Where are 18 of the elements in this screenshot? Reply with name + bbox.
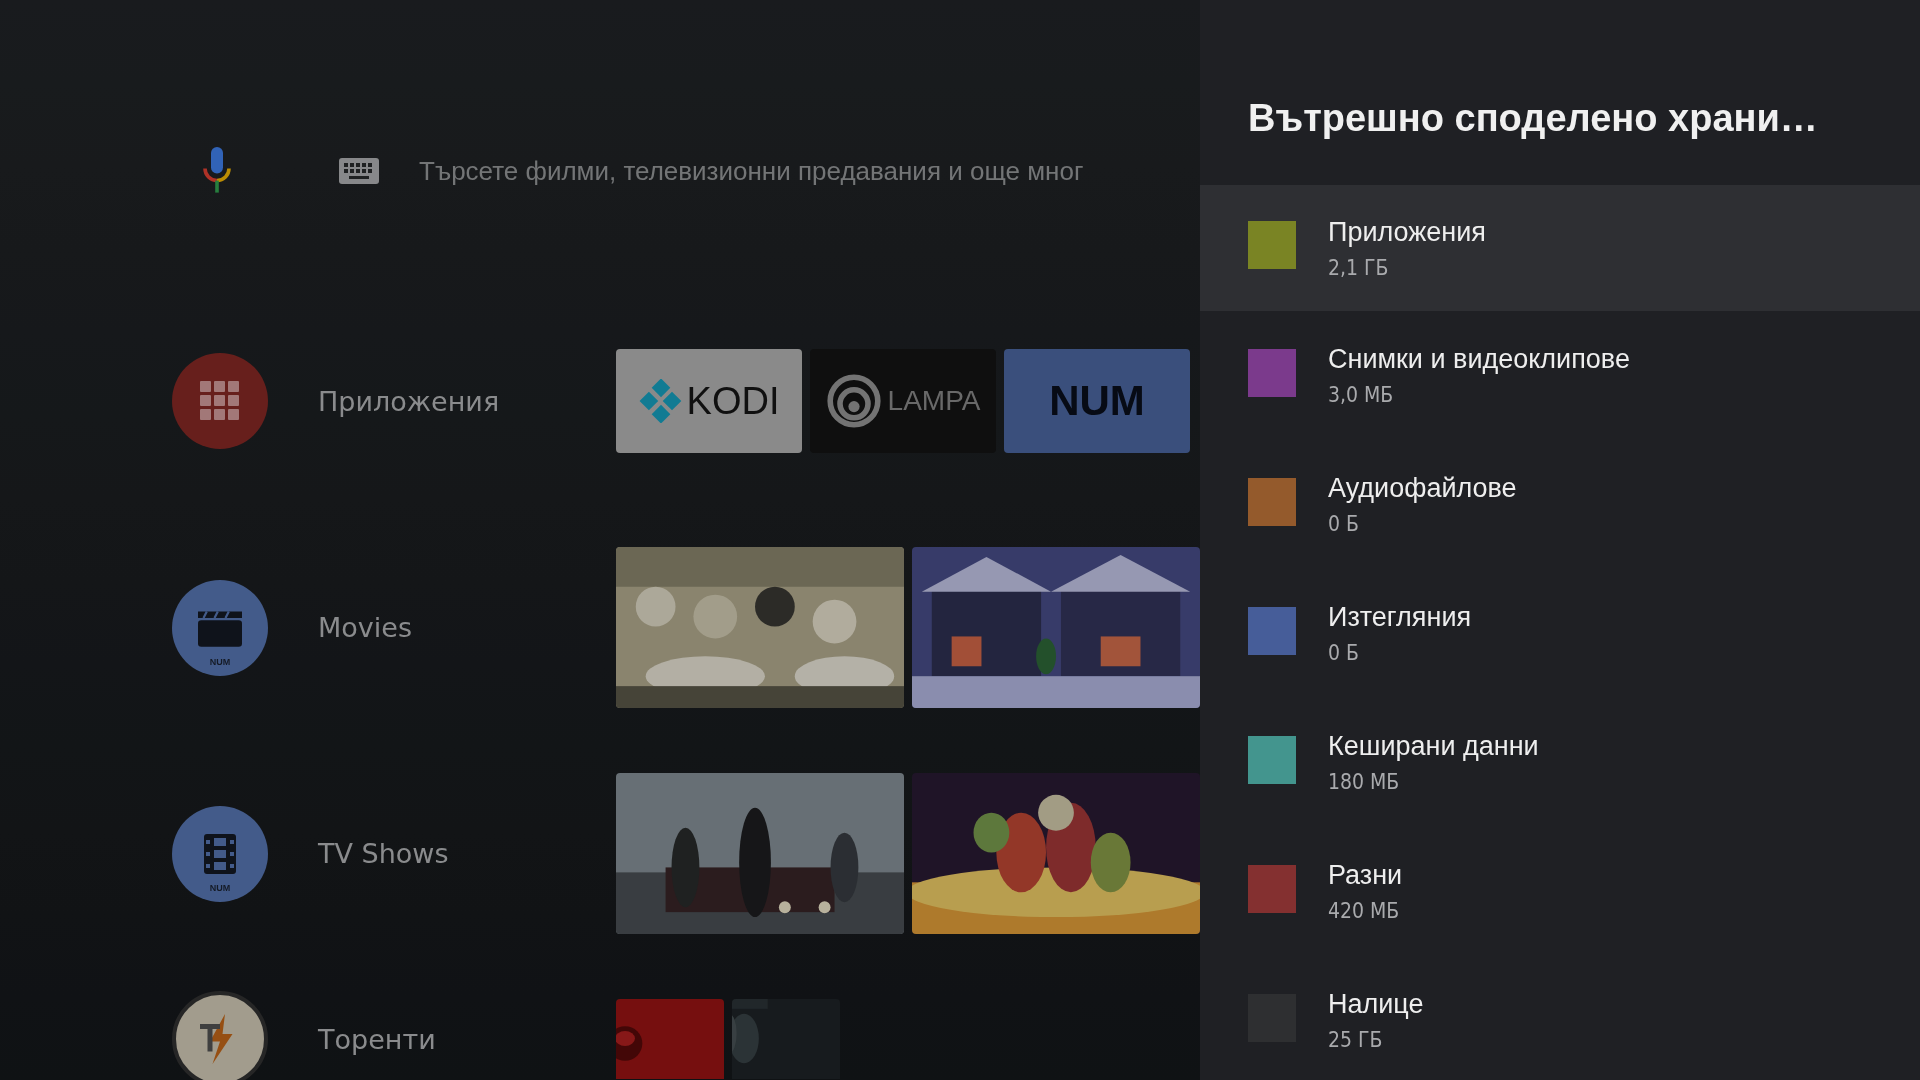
rings-logo-icon xyxy=(825,373,882,429)
storage-item[interactable]: Приложения 2,1 ГБ xyxy=(1200,185,1920,311)
row-title: TV Shows xyxy=(318,838,449,869)
keyboard-icon[interactable] xyxy=(339,158,379,184)
row-title: Торенти xyxy=(318,1023,436,1055)
row-title: Приложения xyxy=(318,385,500,417)
diamond-logo-icon xyxy=(638,379,683,423)
microphone-icon[interactable] xyxy=(202,147,232,195)
storage-item[interactable]: Разни 420 МБ xyxy=(1200,827,1920,956)
search-field[interactable]: Търсете филми, телевизионни предавания и още мног xyxy=(419,155,1084,187)
app-tile[interactable]: KODI xyxy=(616,349,802,453)
row-title: Movies xyxy=(318,612,412,643)
storage-item[interactable]: Изтегляния 0 Б xyxy=(1200,569,1920,698)
storage-item[interactable]: Аудиофайлове 0 Б xyxy=(1200,440,1920,569)
storage-item[interactable]: Снимки и видеоклипове 3,0 МБ xyxy=(1200,311,1920,440)
panel-title: Вътрешно споделено храни… xyxy=(1247,96,1819,141)
storage-item[interactable]: Налице 25 ГБ xyxy=(1200,956,1920,1080)
storage-item[interactable]: Кеширани данни 180 МБ xyxy=(1200,698,1920,827)
